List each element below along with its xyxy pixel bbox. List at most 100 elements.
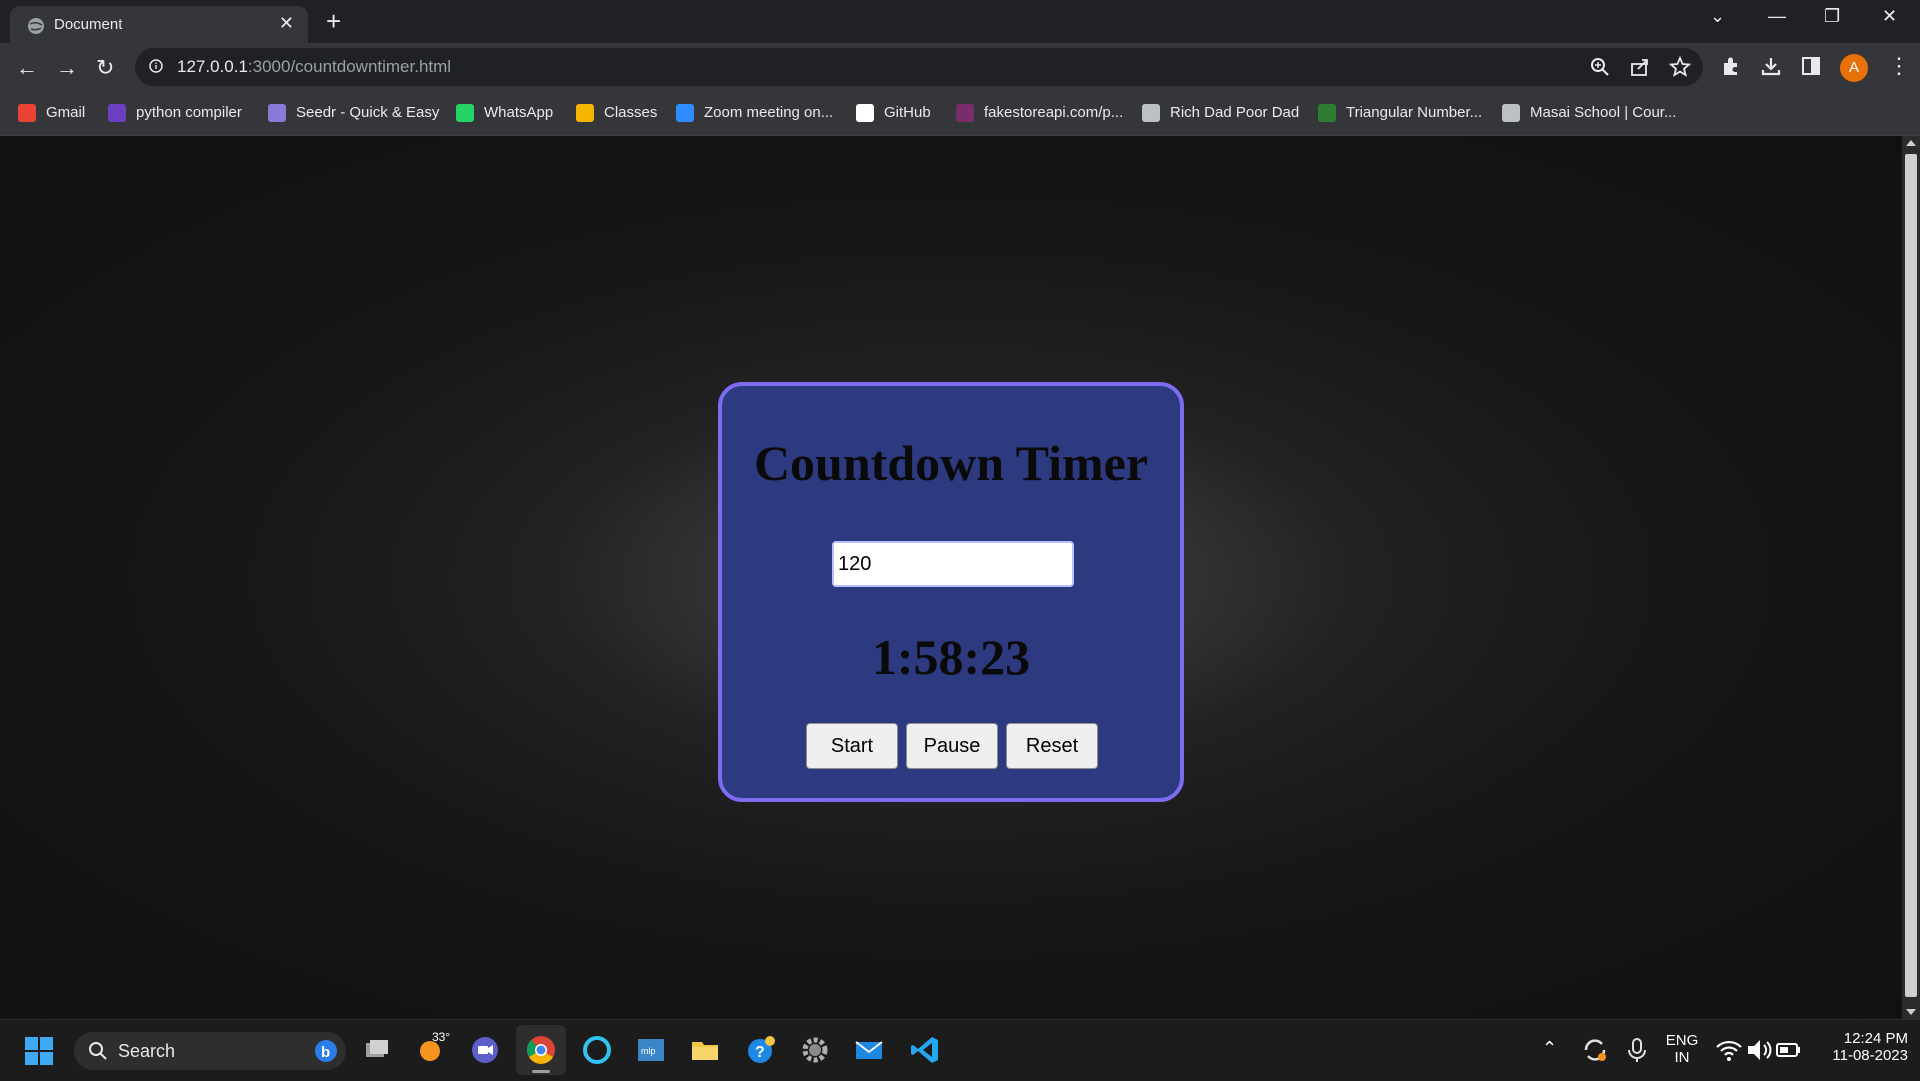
- bookmark-item[interactable]: fakestoreapi.com/p...: [956, 104, 1124, 123]
- weather-temp: 33°: [432, 1030, 451, 1044]
- clock[interactable]: 12:24 PM 11-08-2023: [1808, 1030, 1908, 1064]
- gmail-icon: [18, 104, 36, 123]
- github-icon: [856, 104, 874, 123]
- microphone-icon[interactable]: [1622, 1035, 1652, 1065]
- back-button[interactable]: ←: [16, 55, 38, 81]
- site-info-icon[interactable]: [149, 59, 163, 73]
- bookmark-item[interactable]: Seedr - Quick & Easy: [268, 104, 440, 123]
- url-host: 127.0.0.1: [177, 57, 248, 76]
- bookmark-label: Rich Dad Poor Dad: [1170, 104, 1300, 121]
- reset-button[interactable]: Reset: [1006, 723, 1098, 769]
- language-indicator[interactable]: ENG IN: [1664, 1032, 1700, 1066]
- bookmark-item[interactable]: python compiler: [108, 104, 242, 123]
- chrome-icon: [527, 1036, 555, 1064]
- bookmarks-bar: Gmail python compiler Seedr - Quick & Easy…: [0, 94, 1920, 136]
- vscode-icon[interactable]: [910, 1035, 940, 1065]
- bookmark-item[interactable]: Classes: [576, 104, 658, 123]
- volume-icon[interactable]: [1744, 1035, 1774, 1065]
- region-code: IN: [1674, 1049, 1690, 1066]
- bookmark-label: Triangular Number...: [1346, 104, 1483, 121]
- reload-button[interactable]: ↻: [96, 55, 114, 81]
- tab-strip: Document ✕ + ⌄ — ❐ ✕: [0, 0, 1920, 43]
- new-tab-button[interactable]: +: [326, 6, 341, 37]
- battery-icon[interactable]: [1774, 1035, 1804, 1065]
- bookmark-label: python compiler: [136, 104, 242, 121]
- url-text[interactable]: 127.0.0.1:3000/countdowntimer.html: [177, 57, 451, 77]
- bookmark-label: WhatsApp: [484, 104, 554, 121]
- download-icon[interactable]: [1760, 55, 1782, 77]
- tab-search-icon[interactable]: ⌄: [1710, 6, 1725, 27]
- wifi-icon[interactable]: [1714, 1035, 1744, 1065]
- pause-button[interactable]: Pause: [906, 723, 998, 769]
- language-code: ENG: [1665, 1032, 1699, 1049]
- bookmark-item[interactable]: Rich Dad Poor Dad: [1142, 104, 1300, 123]
- vertical-scrollbar[interactable]: [1902, 136, 1920, 1019]
- task-view-icon[interactable]: [362, 1035, 392, 1065]
- scroll-thumb[interactable]: [1905, 154, 1917, 997]
- scroll-up-arrow[interactable]: [1906, 140, 1916, 146]
- globe-icon: [28, 18, 44, 34]
- settings-gear-icon[interactable]: [800, 1035, 830, 1065]
- share-icon[interactable]: [1629, 56, 1651, 78]
- zoom-icon: [676, 104, 694, 123]
- help-icon[interactable]: ?: [746, 1035, 776, 1065]
- restore-button[interactable]: ❐: [1824, 6, 1840, 27]
- seedr-icon: [268, 104, 286, 123]
- bookmark-item[interactable]: Zoom meeting on...: [676, 104, 833, 123]
- search-label: Search: [118, 1041, 176, 1061]
- svg-text:?: ?: [755, 1044, 765, 1061]
- bookmark-star-icon[interactable]: [1669, 56, 1691, 78]
- bookmark-item[interactable]: WhatsApp: [456, 104, 554, 123]
- tab-close-icon[interactable]: ✕: [279, 13, 294, 34]
- bing-icon[interactable]: b: [314, 1039, 338, 1063]
- meet-icon[interactable]: [470, 1035, 500, 1065]
- tab-title: Document: [54, 16, 123, 33]
- seconds-input[interactable]: [832, 541, 1074, 587]
- time-display: 1:58:23: [871, 629, 1031, 685]
- bookmark-label: Gmail: [46, 104, 86, 121]
- alexa-icon[interactable]: [582, 1035, 612, 1065]
- chrome-taskbar-item[interactable]: [516, 1025, 566, 1075]
- bookmark-label: Seedr - Quick & Easy: [296, 104, 440, 121]
- zoom-icon[interactable]: [1589, 56, 1611, 78]
- start-button[interactable]: Start: [806, 723, 898, 769]
- page-viewport: Countdown Timer 1:58:23 Start Pause Rese…: [0, 136, 1902, 1019]
- browser-toolbar: ← → ↻ 127.0.0.1:3000/countdowntimer.html…: [0, 43, 1920, 94]
- bookmark-item[interactable]: Masai School | Cour...: [1502, 104, 1677, 123]
- side-panel-icon[interactable]: [1800, 55, 1822, 77]
- bookmark-item[interactable]: Gmail: [18, 104, 86, 123]
- browser-tab[interactable]: Document ✕: [10, 6, 308, 43]
- clock-date: 11-08-2023: [1832, 1047, 1908, 1064]
- extensions-icon[interactable]: [1720, 55, 1742, 77]
- bookmark-item[interactable]: GitHub: [856, 104, 931, 123]
- whatsapp-icon: [456, 104, 474, 123]
- taskbar: Search b 33° mlp ? ⌃ ENG IN 12:24 PM 11-…: [0, 1019, 1920, 1081]
- scroll-down-arrow[interactable]: [1906, 1009, 1916, 1015]
- profile-avatar[interactable]: A: [1840, 54, 1868, 82]
- url-path: :3000/countdowntimer.html: [247, 57, 452, 76]
- mylic-icon[interactable]: mlp: [636, 1035, 666, 1065]
- bookmark-label: Classes: [604, 104, 658, 121]
- globe-icon: [1502, 104, 1520, 123]
- sync-icon[interactable]: [1580, 1035, 1610, 1065]
- file-explorer-icon[interactable]: [690, 1035, 720, 1065]
- minimize-button[interactable]: —: [1768, 6, 1786, 27]
- address-bar[interactable]: 127.0.0.1:3000/countdowntimer.html: [135, 48, 1703, 86]
- window-close-button[interactable]: ✕: [1882, 6, 1897, 27]
- windows-start-icon[interactable]: [24, 1036, 54, 1066]
- svg-text:b: b: [321, 1044, 330, 1061]
- menu-icon[interactable]: ⋮: [1888, 53, 1910, 79]
- search-icon: [89, 1042, 107, 1060]
- classroom-icon: [576, 104, 594, 123]
- bookmark-label: fakestoreapi.com/p...: [984, 104, 1124, 121]
- taskbar-search[interactable]: Search b: [74, 1032, 346, 1070]
- page-title: Countdown Timer: [753, 435, 1149, 491]
- active-indicator: [532, 1070, 550, 1073]
- bookmark-item[interactable]: Triangular Number...: [1318, 104, 1483, 123]
- bookmark-label: Masai School | Cour...: [1530, 104, 1677, 121]
- timer-card: Countdown Timer 1:58:23 Start Pause Rese…: [718, 382, 1184, 802]
- mail-icon[interactable]: [854, 1035, 884, 1065]
- tray-chevron-icon[interactable]: ⌃: [1542, 1038, 1557, 1059]
- fakestore-icon: [956, 104, 974, 123]
- forward-button[interactable]: →: [56, 55, 78, 81]
